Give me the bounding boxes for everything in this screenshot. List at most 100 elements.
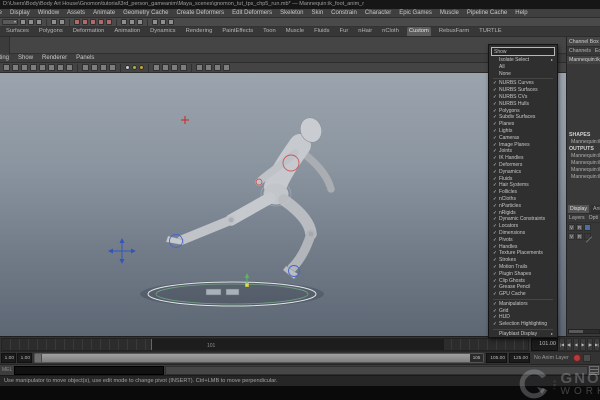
shelf-tab-toon[interactable]: Toon [261, 27, 278, 36]
resolution-gate-icon[interactable] [91, 64, 98, 71]
panel-menu-lighting[interactable]: Lighting [0, 55, 9, 61]
step-forward-button[interactable]: |▶ [587, 338, 593, 351]
show-menu-item-dimensions[interactable]: ✓Dimensions [491, 230, 555, 237]
menu-pipeline-cache[interactable]: Pipeline Cache [467, 10, 507, 16]
show-menu-item-subdiv-surfaces[interactable]: ✓Subdiv Surfaces [491, 114, 555, 121]
exposure-icon[interactable] [223, 64, 230, 71]
lighting-toggle-icon[interactable] [153, 64, 160, 71]
show-menu-item-lights[interactable]: ✓Lights [491, 128, 555, 135]
show-menu-item-ik-handles[interactable]: ✓IK Handles [491, 155, 555, 162]
xray-joints-icon[interactable] [214, 64, 221, 71]
shelf-tab-dynamics[interactable]: Dynamics [148, 27, 177, 36]
wireframe-icon[interactable] [125, 65, 130, 70]
layer-editor-menu-opti[interactable]: Opti [589, 214, 599, 222]
film-gate-icon[interactable] [82, 64, 89, 71]
show-menu-item-motion-trails[interactable]: ✓Motion Trails [491, 264, 555, 271]
menu-create-deformers[interactable]: Create Deformers [176, 10, 224, 16]
layer-color-swatch[interactable] [584, 224, 591, 231]
render-icon[interactable] [152, 19, 158, 25]
2d-pan-zoom-icon[interactable] [48, 64, 55, 71]
menu-epic-games[interactable]: Epic Games [399, 10, 432, 16]
image-plane-icon[interactable] [39, 64, 46, 71]
layer-editor-menu-layers[interactable]: Layers [569, 214, 585, 222]
menu-window[interactable]: Window [38, 10, 59, 16]
time-slider-selected-range[interactable]: 101 [151, 339, 444, 350]
show-menu-item-polygons[interactable]: ✓Polygons [491, 108, 555, 115]
shelf-content[interactable] [0, 37, 566, 54]
menu-set-selector[interactable] [2, 19, 18, 25]
shelf-tab-painteffects[interactable]: PaintEffects [220, 27, 255, 36]
layer-row-1[interactable]: VR [567, 223, 600, 232]
channel-box-menu-channels[interactable]: Channels [569, 47, 591, 55]
show-menu-item-cameras[interactable]: ✓Cameras [491, 135, 555, 142]
show-menu-item-clip-ghosts[interactable]: ✓Clip Ghosts [491, 278, 555, 285]
viewport-3d[interactable] [0, 73, 566, 336]
lock-camera-icon[interactable] [12, 64, 19, 71]
range-slider-bar[interactable]: 105 [34, 353, 484, 363]
show-menu-item-joints[interactable]: ✓Joints [491, 148, 555, 155]
menu-skin[interactable]: Skin [312, 10, 324, 16]
locator-cross[interactable] [181, 116, 189, 124]
range-slider-right-handle[interactable]: 105 [470, 354, 483, 362]
show-menu-item-playblast-display[interactable]: Playblast Display▸ [491, 331, 555, 338]
textured-icon[interactable] [139, 65, 144, 70]
menu-display[interactable]: Display [10, 10, 30, 16]
panel-menu-panels[interactable]: Panels [76, 55, 94, 61]
move-manipulator[interactable] [245, 273, 249, 287]
snap-point-icon[interactable] [90, 19, 96, 25]
current-time-field[interactable]: 101.00 [531, 338, 558, 351]
new-scene-icon[interactable] [20, 19, 26, 25]
construction-history-icon[interactable] [137, 19, 143, 25]
show-menu-item-planes[interactable]: ✓Planes [491, 121, 555, 128]
animation-end-field[interactable]: 125.00 [509, 353, 530, 363]
isolate-select-icon[interactable] [196, 64, 203, 71]
show-menu-item-nurbs-cvs[interactable]: ✓NURBS CVs [491, 94, 555, 101]
step-back-button[interactable]: ◀ [573, 338, 579, 351]
output-node-row[interactable]: Mannequin:ik [567, 167, 600, 174]
screen-space-ao-icon[interactable] [171, 64, 178, 71]
show-menu-item-deformers[interactable]: ✓Deformers [491, 162, 555, 169]
show-menu-item-hair-systems[interactable]: ✓Hair Systems [491, 182, 555, 189]
layer-row-2[interactable]: VR [567, 232, 600, 241]
shelf-tab-fur[interactable]: Fur [338, 27, 351, 36]
output-connections-icon[interactable] [129, 19, 135, 25]
show-menu-item-pivots[interactable]: ✓Pivots [491, 237, 555, 244]
undo-icon[interactable] [51, 19, 57, 25]
auto-key-button[interactable] [573, 354, 581, 362]
show-menu-item-nrigids[interactable]: ✓nRigids [491, 210, 555, 217]
shadows-toggle-icon[interactable] [162, 64, 169, 71]
shelf-tab-animation[interactable]: Animation [112, 27, 142, 36]
layer-editor-tab-anim[interactable]: Anim [591, 205, 600, 213]
channel-box-object-name[interactable]: Mannequin:ik_foot_anim_r [567, 56, 600, 64]
shelf-tab-ncloth[interactable]: nCloth [380, 27, 401, 36]
show-menu-item-dynamics[interactable]: ✓Dynamics [491, 169, 555, 176]
shelf-tab-custom[interactable]: Custom [407, 27, 431, 36]
show-menu-item-strokes[interactable]: ✓Strokes [491, 257, 555, 264]
save-scene-icon[interactable] [36, 19, 42, 25]
ipr-render-icon[interactable] [160, 19, 166, 25]
snap-curve-icon[interactable] [82, 19, 88, 25]
shelf-tab-fluids[interactable]: Fluids [312, 27, 331, 36]
shelf-tab-nhair[interactable]: nHair [356, 27, 374, 36]
channel-box-menu-edit[interactable]: Edit [595, 47, 600, 55]
menu-geometry-cache[interactable]: Geometry Cache [123, 10, 168, 16]
layer-visibility-toggle[interactable]: V [568, 233, 575, 240]
redo-icon[interactable] [59, 19, 65, 25]
shelf-tab-polygons[interactable]: Polygons [37, 27, 65, 36]
show-menu-item-grease-pencil[interactable]: ✓Grease Pencil [491, 284, 555, 291]
menu-animate[interactable]: Animate [93, 10, 115, 16]
show-menu-item-locators[interactable]: ✓Locators [491, 223, 555, 230]
camera-attributes-icon[interactable] [21, 64, 28, 71]
show-menu-item-dynamic-constraints[interactable]: ✓Dynamic Constraints [491, 216, 555, 223]
show-menu-item-manipulators[interactable]: ✓Manipulators [491, 301, 555, 308]
render-settings-icon[interactable] [168, 19, 174, 25]
channel-box-hscrollbar[interactable] [568, 329, 600, 334]
command-input[interactable] [14, 366, 164, 375]
grid-toggle-icon[interactable] [66, 64, 73, 71]
snap-surface-icon[interactable] [106, 19, 112, 25]
shape-node-row[interactable]: Mannequin:ik [567, 139, 600, 146]
show-menu-item-nurbs-curves[interactable]: ✓NURBS Curves [491, 80, 555, 87]
shelf-tab-muscle[interactable]: Muscle [284, 27, 306, 36]
show-menu-item-isolate-select[interactable]: Isolate Select▸ [491, 57, 555, 64]
shelf-tab-rendering[interactable]: Rendering [184, 27, 215, 36]
